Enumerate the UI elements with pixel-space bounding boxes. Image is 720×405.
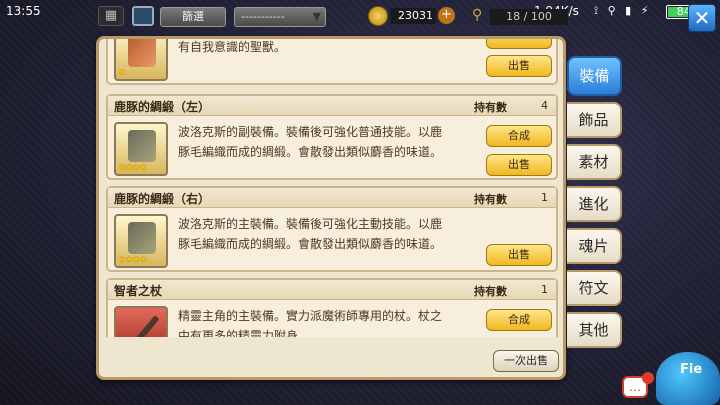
item-description-line: 豚毛編織而成的綢緞。會散發出類似麝香的味道。 — [178, 145, 443, 159]
star-rating: ★★★★ — [118, 163, 147, 173]
tab-materials[interactable]: 素材 — [567, 144, 622, 180]
star-rating: ★ — [118, 68, 126, 78]
item-description: 波洛克斯的副裝備。裝備後可強化普通技能。以鹿 豚毛編織而成的綢緞。會散發出類似麝… — [178, 122, 478, 162]
notification-badge — [642, 372, 654, 384]
inventory-panel: ★ 有自我意識的聖獸。 出售 鹿豚的綢緞（左） 持有數 4 ★★★★ 波洛克斯的… — [96, 36, 566, 380]
item-header: 鹿豚的綢緞（左） 持有數 4 — [108, 96, 556, 116]
item-description: 精靈主角的主裝備。實力派魔術師專用的杖。杖之 中有更多的精靈力附身。 — [178, 306, 478, 337]
synthesize-button[interactable]: 合成 — [486, 309, 552, 331]
star-rating: ★★★★ — [118, 255, 147, 265]
status-system-icons: ⟟ ⚲ ▮ ⚡ — [594, 4, 652, 17]
item-name: 鹿豚的綢緞（右） — [114, 192, 211, 206]
gold-amount: 23031 — [390, 8, 436, 24]
coin-icon — [368, 6, 388, 26]
sort-dropdown-value: ----------- — [241, 10, 285, 23]
tab-accessories[interactable]: 飾品 — [567, 102, 622, 138]
mascot-label: Fie — [680, 362, 703, 377]
list-item: ★ 有自我意識的聖獸。 出售 — [106, 39, 558, 85]
item-name: 智者之杖 — [114, 284, 163, 298]
grid-view-button[interactable]: ▦ — [98, 6, 124, 26]
chevron-down-icon: ▼ — [312, 10, 321, 23]
hold-count-label: 持有數 — [474, 101, 507, 114]
beast-icon — [128, 39, 156, 67]
item-icon[interactable]: ★ — [114, 39, 168, 81]
sort-dropdown[interactable]: ----------- ▼ — [234, 7, 326, 27]
hold-count: 1 — [541, 283, 548, 296]
tab-equipment[interactable]: 裝備 — [567, 56, 622, 96]
item-icon[interactable]: ★★★★ — [114, 122, 168, 176]
item-description-line: 豚毛編織而成的綢緞。會散發出類似麝香的味道。 — [178, 237, 443, 251]
glove-icon — [128, 130, 156, 162]
tab-runes[interactable]: 符文 — [567, 270, 622, 306]
sell-button[interactable]: 出售 — [486, 154, 552, 176]
item-description-line: 精靈主角的主裝備。實力派魔術師專用的杖。杖之 — [178, 309, 443, 323]
bulk-sell-button[interactable]: 一次出售 — [493, 350, 559, 372]
status-time: 13:55 — [6, 4, 41, 18]
list-item: 鹿豚的綢緞（右） 持有數 1 ★★★★ 波洛克斯的主裝備。裝備後可強化主動技能。… — [106, 186, 558, 272]
item-name: 鹿豚的綢緞（左） — [114, 100, 211, 114]
item-description-line: 波洛克斯的副裝備。裝備後可強化普通技能。以鹿 — [178, 125, 443, 139]
item-header: 鹿豚的綢緞（右） 持有數 1 — [108, 188, 556, 208]
item-icon[interactable] — [114, 306, 168, 337]
list-item: 智者之杖 持有數 1 精靈主角的主裝備。實力派魔術師專用的杖。杖之 中有更多的精… — [106, 278, 558, 337]
filter-button[interactable]: 篩選 — [160, 7, 226, 27]
key-icon: ⚲ — [472, 7, 483, 23]
capacity-value: 18 / 100 — [490, 9, 568, 25]
item-description-line: 中有更多的精靈力附身。 — [178, 329, 311, 337]
list-item: 鹿豚的綢緞（左） 持有數 4 ★★★★ 波洛克斯的副裝備。裝備後可強化普通技能。… — [106, 94, 558, 180]
sell-button[interactable]: 出售 — [486, 244, 552, 266]
item-description: 有自我意識的聖獸。 — [178, 40, 287, 54]
tab-evolution[interactable]: 進化 — [567, 186, 622, 222]
hold-count-label: 持有數 — [474, 285, 507, 298]
item-description-line: 波洛克斯的主裝備。裝備後可強化主動技能。以鹿 — [178, 217, 443, 231]
synthesize-button[interactable]: 合成 — [486, 125, 552, 147]
close-button[interactable]: ✕ — [688, 4, 716, 32]
gold-counter: 23031 + — [368, 6, 455, 26]
tab-soul-shards[interactable]: 魂片 — [567, 228, 622, 264]
tab-others[interactable]: 其他 — [567, 312, 622, 348]
hold-count-label: 持有數 — [474, 193, 507, 206]
item-description: 波洛克斯的主裝備。裝備後可強化主動技能。以鹿 豚毛編織而成的綢緞。會散發出類似麝… — [178, 214, 478, 254]
item-header: 智者之杖 持有數 1 — [108, 280, 556, 300]
inventory-capacity: ⚲ 18 / 100 — [472, 7, 568, 27]
glove-icon — [128, 222, 156, 254]
hold-count: 1 — [541, 191, 548, 204]
item-list[interactable]: ★ 有自我意識的聖獸。 出售 鹿豚的綢緞（左） 持有數 4 ★★★★ 波洛克斯的… — [106, 39, 558, 337]
sell-button[interactable]: 出售 — [486, 55, 552, 77]
item-icon[interactable]: ★★★★ — [114, 214, 168, 268]
synthesize-button[interactable] — [486, 39, 552, 49]
add-gold-button[interactable]: + — [438, 7, 455, 24]
hold-count: 4 — [541, 99, 548, 112]
list-view-button[interactable] — [132, 6, 154, 26]
mascot-avatar[interactable]: Fie — [656, 352, 720, 405]
staff-icon — [126, 315, 160, 337]
